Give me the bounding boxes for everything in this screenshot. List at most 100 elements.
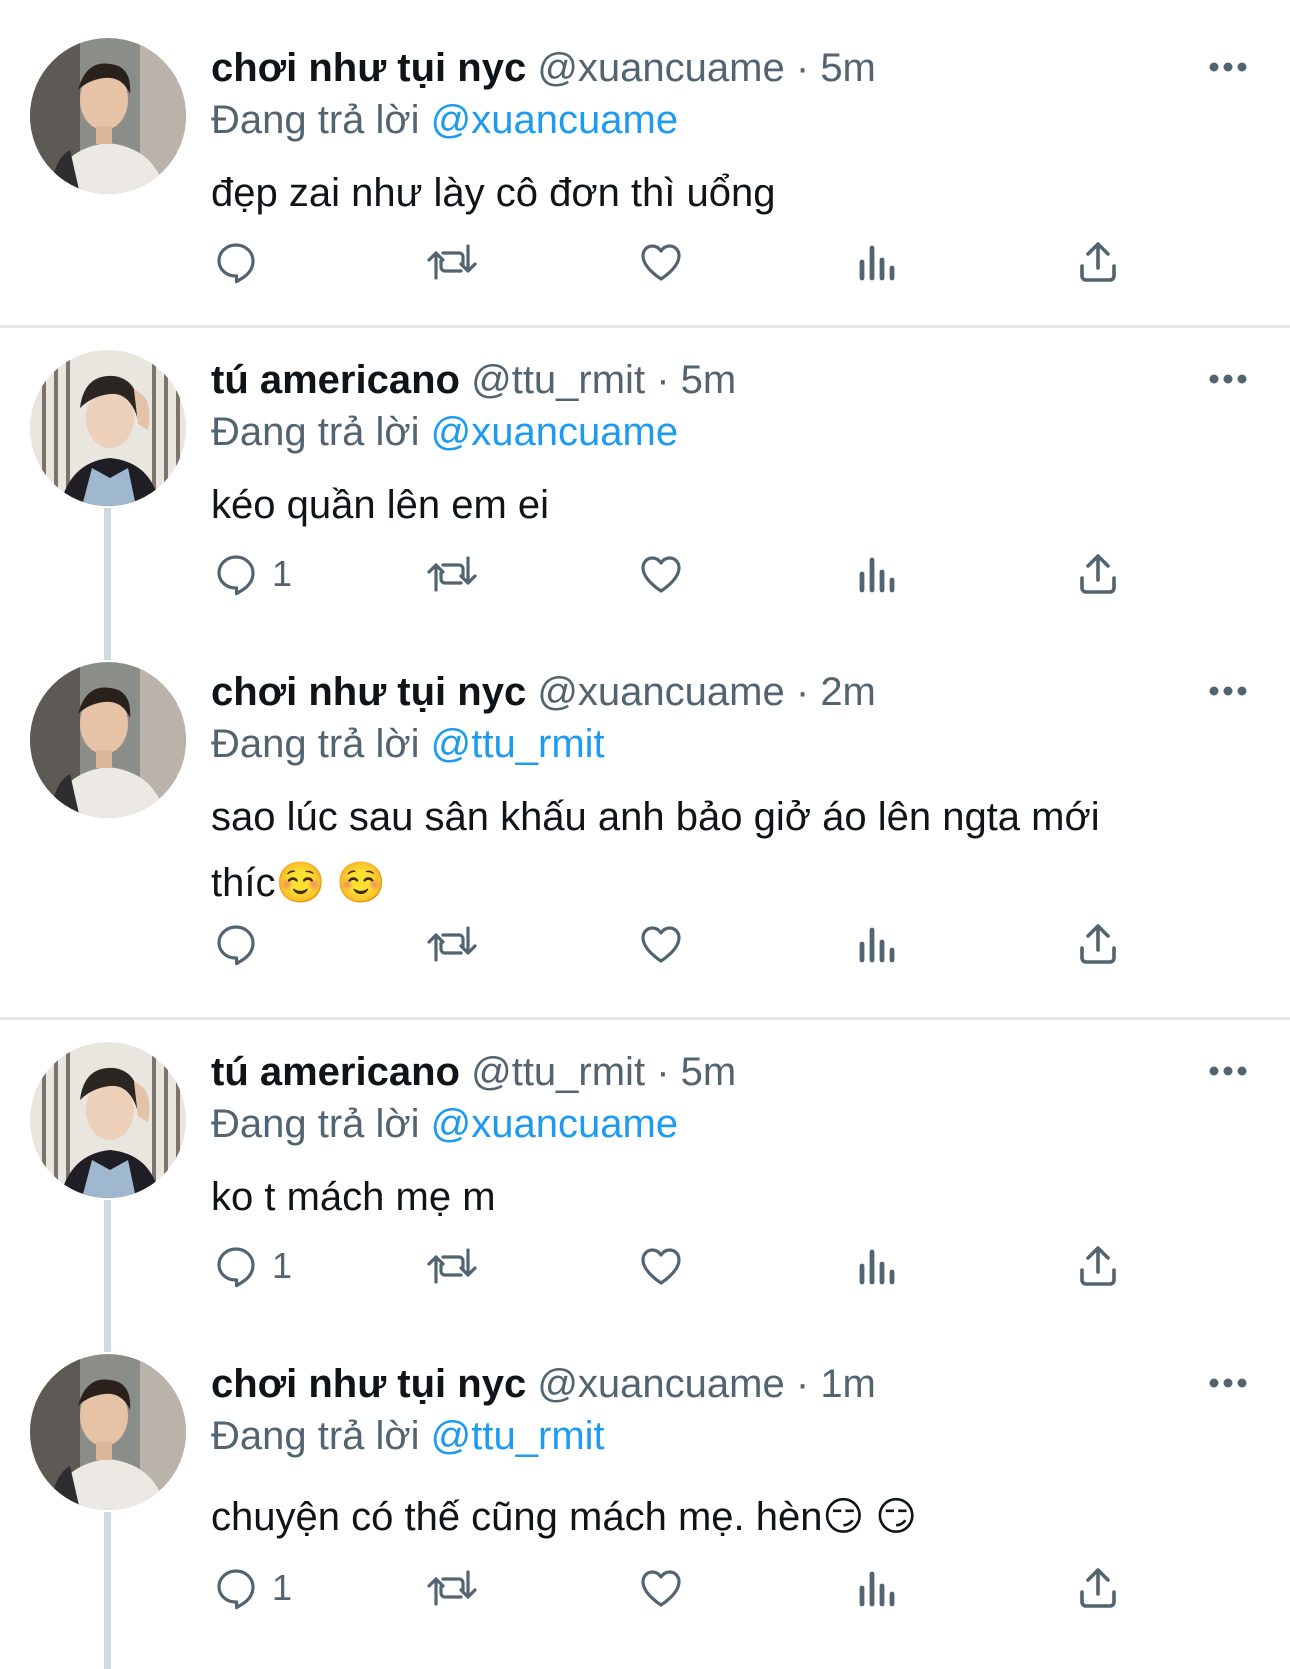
display-name[interactable]: tú americano [211,1050,460,1094]
more-icon[interactable] [1208,1376,1248,1388]
replying-to: Đang trả lời @ttu_rmit [211,1410,605,1462]
tweet-actions [0,916,1290,976]
timestamp[interactable]: 5m [681,358,737,402]
user-handle[interactable]: @xuancuame [537,670,784,714]
tweet-header: chơi như tụi nyc @xuancuame · 2m [211,666,876,718]
replying-to: Đang trả lời @xuancuame [211,94,678,146]
tweet-text: đẹp zai như lày cô đơn thì uổng [211,160,1221,226]
tweet-text: kéo quần lên em ei [211,472,1221,538]
separator-dot: · [795,1362,810,1406]
views-icon [856,238,900,286]
user-handle[interactable]: @ttu_rmit [471,358,645,402]
like-button[interactable] [636,546,686,602]
mention-link[interactable]: @xuancuame [431,1102,678,1146]
more-icon[interactable] [1208,60,1248,72]
reply-icon [212,1242,260,1290]
views-button[interactable] [856,916,900,972]
tweet-text: chuyện có thế cũng mách mẹ. hèn😏 😏 [211,1484,1221,1550]
user-handle[interactable]: @xuancuame [537,46,784,90]
reply-button[interactable]: 1 [212,546,292,602]
share-icon [1074,920,1122,968]
like-button[interactable] [636,916,686,972]
reply-icon [212,550,260,598]
mention-link[interactable]: @xuancuame [431,98,678,142]
tweet-text: ko t mách mẹ m [211,1164,1221,1230]
like-icon [636,1242,686,1290]
retweet-icon [424,550,480,598]
retweet-button[interactable] [424,1560,480,1616]
retweet-icon [424,1564,480,1612]
reply-button[interactable] [212,916,272,972]
user-handle[interactable]: @ttu_rmit [471,1050,645,1094]
share-icon [1074,1242,1122,1290]
retweet-button[interactable] [424,916,480,972]
like-button[interactable] [636,1560,686,1616]
share-icon [1074,550,1122,598]
reply-icon [212,920,260,968]
display-name[interactable]: chơi như tụi nyc [211,670,526,714]
display-name[interactable]: chơi như tụi nyc [211,46,526,90]
tweet-divider [0,1017,1290,1020]
views-button[interactable] [856,546,900,602]
avatar[interactable] [30,350,186,506]
share-button[interactable] [1074,1560,1122,1616]
replying-to: Đang trả lời @xuancuame [211,1098,678,1150]
display-name[interactable]: tú americano [211,358,460,402]
timestamp[interactable]: 5m [820,46,876,90]
separator-dot: · [795,46,810,90]
avatar[interactable] [30,1354,186,1510]
mention-link[interactable]: @ttu_rmit [431,1414,605,1458]
reply-count: 1 [272,1245,293,1286]
avatar[interactable] [30,1042,186,1198]
views-icon [856,1564,900,1612]
tweet-text-line: ko t mách mẹ m [211,1175,496,1219]
timestamp[interactable]: 2m [820,670,876,714]
more-icon[interactable] [1208,684,1248,696]
replying-to-label: Đang trả lời [211,1414,420,1458]
more-icon[interactable] [1208,1064,1248,1076]
retweet-icon [424,1242,480,1290]
replying-to-label: Đang trả lời [211,410,420,454]
tweet-divider [0,325,1290,328]
views-button[interactable] [856,234,900,290]
share-icon [1074,238,1122,286]
tweet-text-line: thíc☺️ ☺️ [211,861,387,905]
avatar[interactable] [30,662,186,818]
display-name[interactable]: chơi như tụi nyc [211,1362,526,1406]
timestamp[interactable]: 5m [681,1050,737,1094]
share-button[interactable] [1074,234,1122,290]
replying-to: Đang trả lời @ttu_rmit [211,718,605,770]
mention-link[interactable]: @ttu_rmit [431,722,605,766]
tweet-text-line: sao lúc sau sân khấu anh bảo giở áo lên … [211,795,1100,839]
user-handle[interactable]: @xuancuame [537,1362,784,1406]
retweet-button[interactable] [424,234,480,290]
share-button[interactable] [1074,916,1122,972]
tweet-header: chơi như tụi nyc @xuancuame · 1m [211,1358,876,1410]
reply-count: 1 [272,1567,293,1608]
views-icon [856,1242,900,1290]
like-button[interactable] [636,1238,686,1294]
like-icon [636,920,686,968]
like-button[interactable] [636,234,686,290]
reply-button[interactable]: 1 [212,1238,292,1294]
share-button[interactable] [1074,546,1122,602]
more-icon[interactable] [1208,372,1248,384]
tweet-header: tú americano @ttu_rmit · 5m [211,1046,736,1098]
reply-button[interactable]: 1 [212,1560,292,1616]
avatar[interactable] [30,38,186,194]
tweet-header: chơi như tụi nyc @xuancuame · 5m [211,42,876,94]
views-button[interactable] [856,1560,900,1616]
separator-dot: · [656,358,670,402]
tweet-header: tú americano @ttu_rmit · 5m [211,354,736,406]
timestamp[interactable]: 1m [820,1362,876,1406]
retweet-button[interactable] [424,546,480,602]
reply-button[interactable] [212,234,272,290]
like-icon [636,1564,686,1612]
tweet-actions: 1 [0,546,1290,606]
reply-icon [212,1564,260,1612]
retweet-button[interactable] [424,1238,480,1294]
views-button[interactable] [856,1238,900,1294]
mention-link[interactable]: @xuancuame [431,410,678,454]
share-button[interactable] [1074,1238,1122,1294]
retweet-icon [424,920,480,968]
